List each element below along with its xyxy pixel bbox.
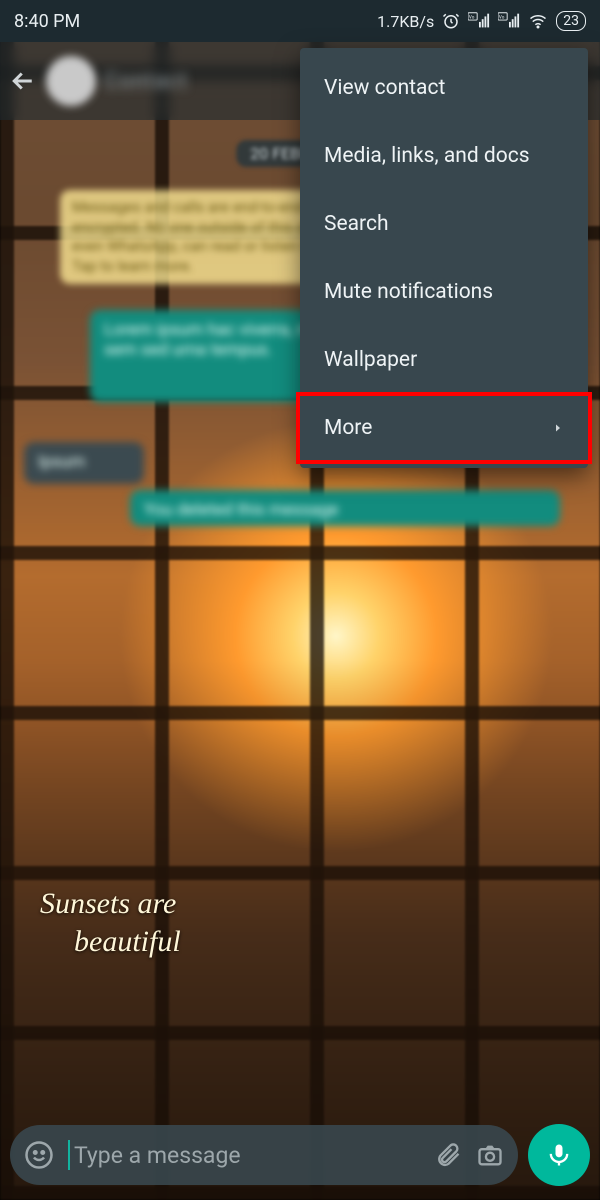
status-bar: 8:40 PM 1.7KB/s Vo Vo 23 — [0, 0, 600, 42]
volte-signal-2-icon: Vo — [498, 12, 520, 30]
message-input[interactable]: Type a message — [10, 1125, 518, 1185]
svg-text:Vo: Vo — [499, 14, 505, 20]
volte-signal-icon: Vo — [468, 12, 490, 30]
emoji-icon[interactable] — [24, 1140, 54, 1170]
status-icons: 1.7KB/s Vo Vo 23 — [377, 11, 586, 31]
back-arrow-icon[interactable] — [8, 66, 38, 96]
message-bubble[interactable]: Ipsum — [24, 442, 144, 484]
mic-button[interactable] — [528, 1124, 590, 1186]
status-net-speed: 1.7KB/s — [377, 12, 434, 31]
menu-item-label: Search — [324, 212, 389, 236]
message-input-placeholder[interactable]: Type a message — [68, 1140, 420, 1170]
status-time: 8:40 PM — [14, 11, 80, 32]
menu-item-label: Wallpaper — [324, 348, 417, 372]
overflow-menu: View contact Media, links, and docs Sear… — [300, 48, 588, 468]
svg-text:Vo: Vo — [469, 14, 475, 20]
menu-item-label: Mute notifications — [324, 280, 493, 304]
alarm-icon — [442, 12, 460, 30]
menu-item-search[interactable]: Search — [300, 190, 588, 258]
composer-bar: Type a message — [10, 1122, 590, 1188]
battery-level: 23 — [556, 11, 586, 31]
menu-item-more[interactable]: More — [300, 394, 588, 462]
menu-item-view-contact[interactable]: View contact — [300, 54, 588, 122]
menu-item-media-links-docs[interactable]: Media, links, and docs — [300, 122, 588, 190]
menu-item-label: Media, links, and docs — [324, 144, 530, 168]
menu-item-mute-notifications[interactable]: Mute notifications — [300, 258, 588, 326]
camera-icon[interactable] — [476, 1141, 504, 1169]
wallpaper-caption: Sunsets are beautiful — [40, 885, 181, 960]
attach-icon[interactable] — [434, 1141, 462, 1169]
contact-name[interactable]: Contact — [104, 69, 188, 94]
message-bubble[interactable]: You deleted this message — [130, 490, 560, 526]
menu-item-wallpaper[interactable]: Wallpaper — [300, 326, 588, 394]
caption-line-1: Sunsets are — [40, 885, 181, 923]
menu-item-label: More — [324, 416, 372, 440]
caption-line-2: beautiful — [40, 923, 181, 961]
avatar[interactable] — [46, 56, 96, 106]
wifi-icon — [528, 12, 548, 30]
mic-icon — [545, 1141, 573, 1169]
chevron-right-icon — [552, 421, 564, 435]
menu-item-label: View contact — [324, 76, 445, 100]
